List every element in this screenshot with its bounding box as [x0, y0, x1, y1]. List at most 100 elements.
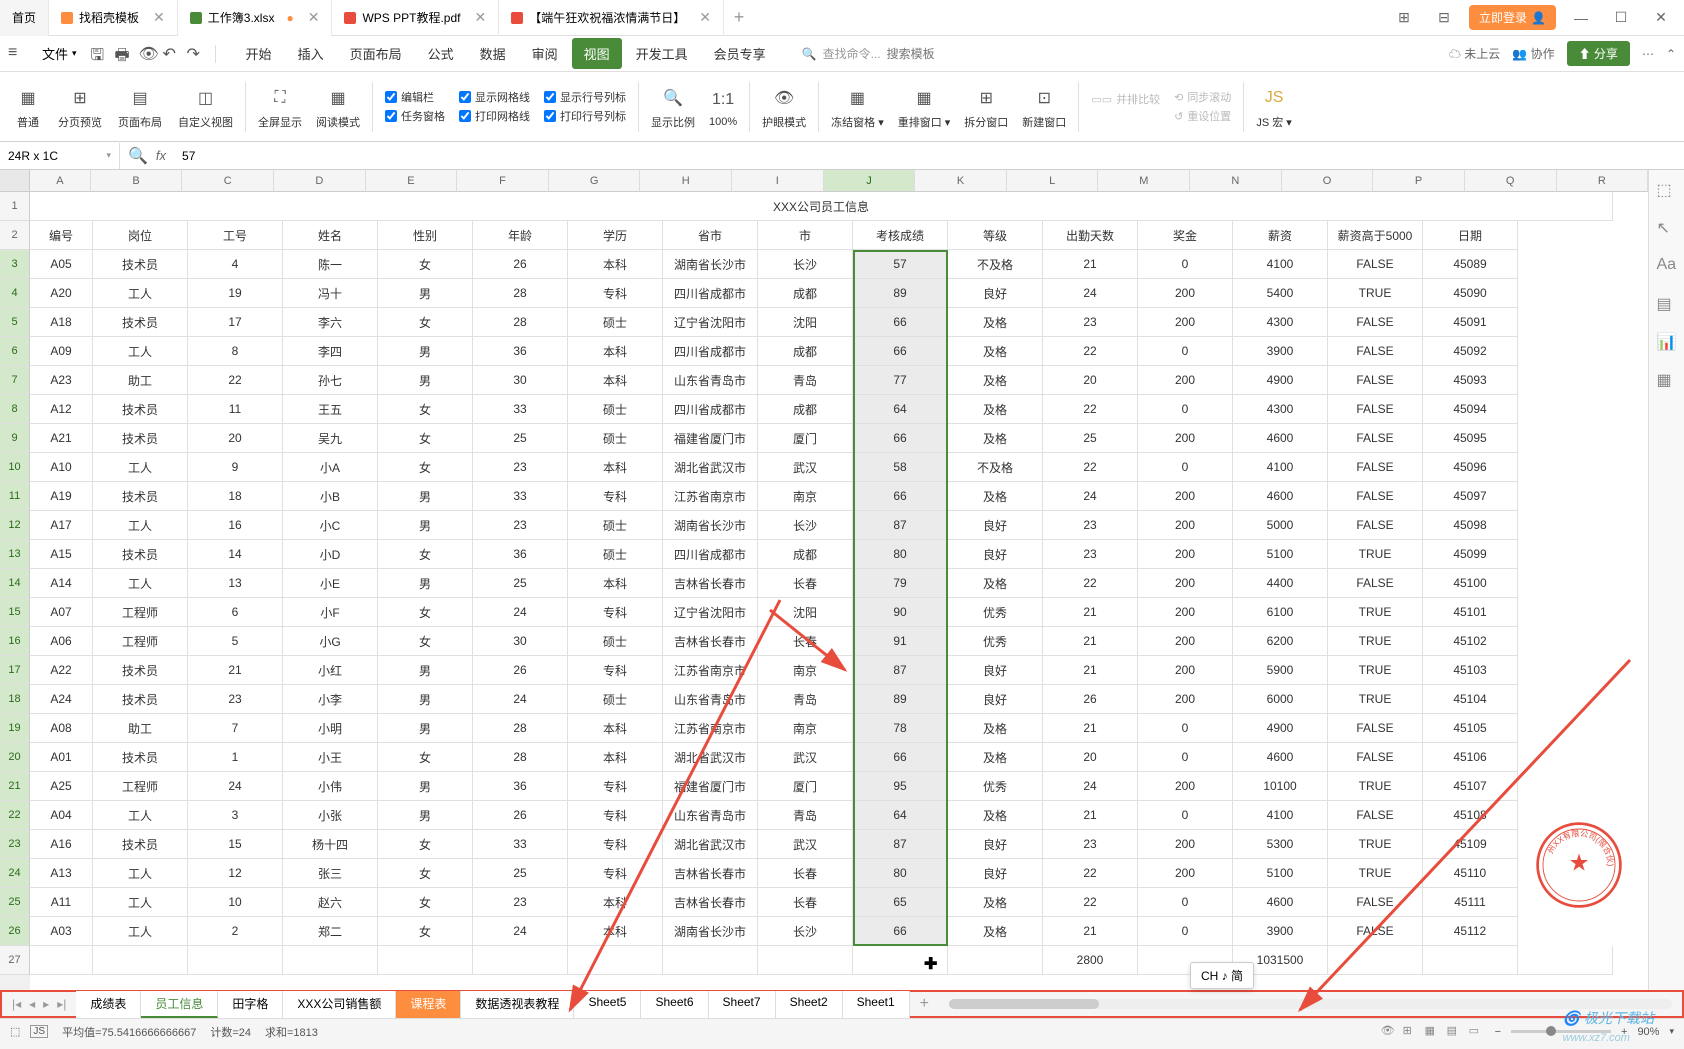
data-cell[interactable]: 技术员: [93, 540, 188, 569]
data-cell[interactable]: 26: [473, 250, 568, 279]
data-cell[interactable]: [1328, 946, 1423, 975]
data-cell[interactable]: 工程师: [93, 772, 188, 801]
data-cell[interactable]: FALSE: [1328, 801, 1423, 830]
data-cell[interactable]: 45100: [1423, 569, 1518, 598]
data-cell[interactable]: 4600: [1233, 482, 1328, 511]
data-cell[interactable]: A15: [30, 540, 93, 569]
data-cell[interactable]: 22: [1043, 395, 1138, 424]
data-cell[interactable]: 1: [188, 743, 283, 772]
data-cell[interactable]: FALSE: [1328, 308, 1423, 337]
data-cell[interactable]: 45104: [1423, 685, 1518, 714]
data-cell[interactable]: 45098: [1423, 511, 1518, 540]
data-cell[interactable]: 良好: [948, 540, 1043, 569]
data-cell[interactable]: 20: [1043, 743, 1138, 772]
column-header[interactable]: G: [549, 170, 641, 192]
data-cell[interactable]: 22: [1043, 859, 1138, 888]
data-cell[interactable]: 成都: [758, 395, 853, 424]
data-cell[interactable]: 18: [188, 482, 283, 511]
header-cell[interactable]: 性别: [378, 221, 473, 250]
data-cell[interactable]: 专科: [568, 859, 663, 888]
header-cell[interactable]: 等级: [948, 221, 1043, 250]
data-cell[interactable]: 赵六: [283, 888, 378, 917]
data-cell[interactable]: 辽宁省沈阳市: [663, 308, 758, 337]
data-cell[interactable]: 长春: [758, 627, 853, 656]
data-cell[interactable]: 200: [1138, 598, 1233, 627]
data-cell[interactable]: A09: [30, 337, 93, 366]
column-header[interactable]: P: [1373, 170, 1465, 192]
data-cell[interactable]: 3: [188, 801, 283, 830]
data-cell[interactable]: 及格: [948, 337, 1043, 366]
data-cell[interactable]: 19: [188, 279, 283, 308]
menu-tab[interactable]: 审阅: [520, 38, 570, 69]
row-header[interactable]: 6: [0, 337, 30, 366]
data-cell[interactable]: 良好: [948, 685, 1043, 714]
save-icon[interactable]: 🖫: [91, 44, 111, 64]
data-cell[interactable]: 4300: [1233, 308, 1328, 337]
data-cell[interactable]: 200: [1138, 308, 1233, 337]
data-cell[interactable]: 男: [378, 714, 473, 743]
header-cell[interactable]: 奖金: [1138, 221, 1233, 250]
row-header[interactable]: 23: [0, 830, 30, 859]
last-sheet-button[interactable]: ▸|: [55, 997, 68, 1011]
sheet-tab[interactable]: Sheet2: [776, 991, 843, 1018]
data-cell[interactable]: 4400: [1233, 569, 1328, 598]
ribbon-checkbox[interactable]: 任务窗格: [385, 108, 445, 124]
data-cell[interactable]: [1518, 946, 1613, 975]
data-cell[interactable]: [663, 946, 758, 975]
row-header[interactable]: 20: [0, 743, 30, 772]
data-cell[interactable]: 专科: [568, 598, 663, 627]
data-cell[interactable]: 女: [378, 395, 473, 424]
data-cell[interactable]: 0: [1138, 337, 1233, 366]
data-cell[interactable]: 成都: [758, 540, 853, 569]
data-cell[interactable]: 22: [1043, 569, 1138, 598]
header-cell[interactable]: 省市: [663, 221, 758, 250]
data-cell[interactable]: 男: [378, 685, 473, 714]
normal-view-icon[interactable]: ▦: [1425, 1024, 1441, 1040]
data-cell[interactable]: 5100: [1233, 540, 1328, 569]
data-cell[interactable]: A18: [30, 308, 93, 337]
data-cell[interactable]: 小王: [283, 743, 378, 772]
data-cell[interactable]: 6000: [1233, 685, 1328, 714]
data-cell[interactable]: 孙七: [283, 366, 378, 395]
data-cell[interactable]: 64: [853, 801, 948, 830]
data-cell[interactable]: TRUE: [1328, 540, 1423, 569]
header-cell[interactable]: 工号: [188, 221, 283, 250]
data-cell[interactable]: A22: [30, 656, 93, 685]
zoom-dropdown-icon[interactable]: ▾: [1669, 1026, 1674, 1037]
data-cell[interactable]: 200: [1138, 511, 1233, 540]
data-cell[interactable]: 4600: [1233, 424, 1328, 453]
data-cell[interactable]: 45101: [1423, 598, 1518, 627]
data-cell[interactable]: 江苏省南京市: [663, 482, 758, 511]
js-macro-button[interactable]: JSJS 宏 ▾: [1250, 84, 1297, 130]
select-all-corner[interactable]: [0, 170, 30, 192]
column-header[interactable]: J: [824, 170, 916, 192]
data-cell[interactable]: 200: [1138, 859, 1233, 888]
data-cell[interactable]: 吉林省长春市: [663, 569, 758, 598]
redo-icon[interactable]: ↷: [187, 44, 207, 64]
data-cell[interactable]: 专科: [568, 656, 663, 685]
mode-icon[interactable]: ⬚: [10, 1025, 20, 1038]
data-cell[interactable]: FALSE: [1328, 337, 1423, 366]
data-cell[interactable]: 小李: [283, 685, 378, 714]
data-cell[interactable]: 长沙: [758, 917, 853, 946]
apps-icon[interactable]: ⊟: [1429, 9, 1459, 26]
data-cell[interactable]: 200: [1138, 540, 1233, 569]
data-cell[interactable]: 及格: [948, 482, 1043, 511]
data-cell[interactable]: 0: [1138, 917, 1233, 946]
data-cell[interactable]: 福建省厦门市: [663, 424, 758, 453]
data-cell[interactable]: 30: [473, 366, 568, 395]
data-cell[interactable]: 硕士: [568, 540, 663, 569]
data-cell[interactable]: 良好: [948, 830, 1043, 859]
data-cell[interactable]: 小B: [283, 482, 378, 511]
data-cell[interactable]: 0: [1138, 395, 1233, 424]
data-cell[interactable]: FALSE: [1328, 453, 1423, 482]
data-cell[interactable]: TRUE: [1328, 859, 1423, 888]
print-icon[interactable]: 🖶: [115, 44, 135, 64]
data-cell[interactable]: 湖南省长沙市: [663, 917, 758, 946]
data-cell[interactable]: 23: [1043, 540, 1138, 569]
data-cell[interactable]: 辽宁省沈阳市: [663, 598, 758, 627]
row-header[interactable]: 14: [0, 569, 30, 598]
row-header[interactable]: 3: [0, 250, 30, 279]
data-cell[interactable]: 21: [1043, 250, 1138, 279]
data-cell[interactable]: 0: [1138, 250, 1233, 279]
